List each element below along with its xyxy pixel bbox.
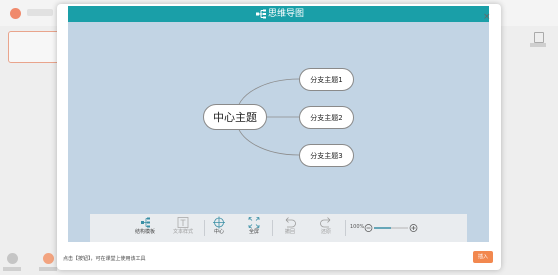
dialog-titlebar: 思维导图 — [68, 6, 489, 22]
structure-template-label: 结构模板 — [134, 229, 155, 235]
central-topic[interactable]: 中心主题 — [203, 104, 267, 130]
branch-topic-1[interactable]: 分支主题1 — [299, 68, 354, 91]
dialog-title: 思维导图 — [268, 9, 305, 19]
undo-label: 撤回 — [284, 229, 295, 235]
fullscreen-icon — [248, 217, 260, 228]
mindmap-connectors — [235, 78, 300, 156]
zoom-out-icon[interactable] — [364, 224, 373, 232]
branch-topic-3[interactable]: 分支主题3 — [299, 144, 354, 167]
dialog-footer: 点击【按钮】，可在课堂上使用该工具 插入 — [57, 248, 501, 270]
structure-template-icon — [141, 217, 150, 228]
mindmap-toolbar: 结构模板 文本样式 中心 全屏 撤回 还原 100% — [90, 214, 467, 242]
fullscreen-label: 全屏 — [248, 229, 259, 235]
center-label: 中心 — [213, 229, 224, 235]
zoom-slider-graphic — [364, 224, 418, 232]
fullscreen-button[interactable]: 全屏 — [237, 216, 271, 240]
footer-hint: 点击【按钮】，可在课堂上使用该工具 — [63, 256, 146, 262]
text-style-label: 文本样式 — [172, 229, 193, 235]
structure-template-button[interactable]: 结构模板 — [128, 216, 162, 240]
redo-icon — [320, 217, 331, 228]
background-bottom-tools — [0, 246, 60, 275]
branch-topic-2[interactable]: 分支主题2 — [299, 106, 354, 129]
zoom-in-icon[interactable] — [409, 224, 418, 232]
close-icon[interactable]: × — [483, 13, 491, 22]
background-logo — [10, 8, 21, 19]
center-icon — [213, 216, 225, 229]
text-style-button[interactable]: 文本样式 — [166, 216, 200, 240]
text-style-icon — [177, 217, 189, 228]
center-button[interactable]: 中心 — [202, 216, 236, 240]
mindmap-canvas[interactable]: 中心主题 分支主题1 分支主题2 分支主题3 — [68, 22, 489, 242]
toolbar-divider — [345, 220, 346, 236]
mindmap-icon — [256, 9, 266, 19]
redo-label: 还原 — [320, 229, 331, 235]
background-header-text — [27, 9, 53, 16]
redo-button[interactable]: 还原 — [309, 216, 343, 240]
undo-icon — [285, 217, 296, 228]
undo-button[interactable]: 撤回 — [273, 216, 307, 240]
zoom-control: 100% — [350, 222, 430, 234]
background-side-tool — [526, 28, 550, 52]
background-card — [8, 31, 62, 63]
mindmap-dialog: 思维导图 × 中心主题 分支主题1 分支主题2 分支主题3 结构模板 文本样式 … — [57, 4, 501, 270]
insert-button[interactable]: 插入 — [473, 251, 493, 263]
